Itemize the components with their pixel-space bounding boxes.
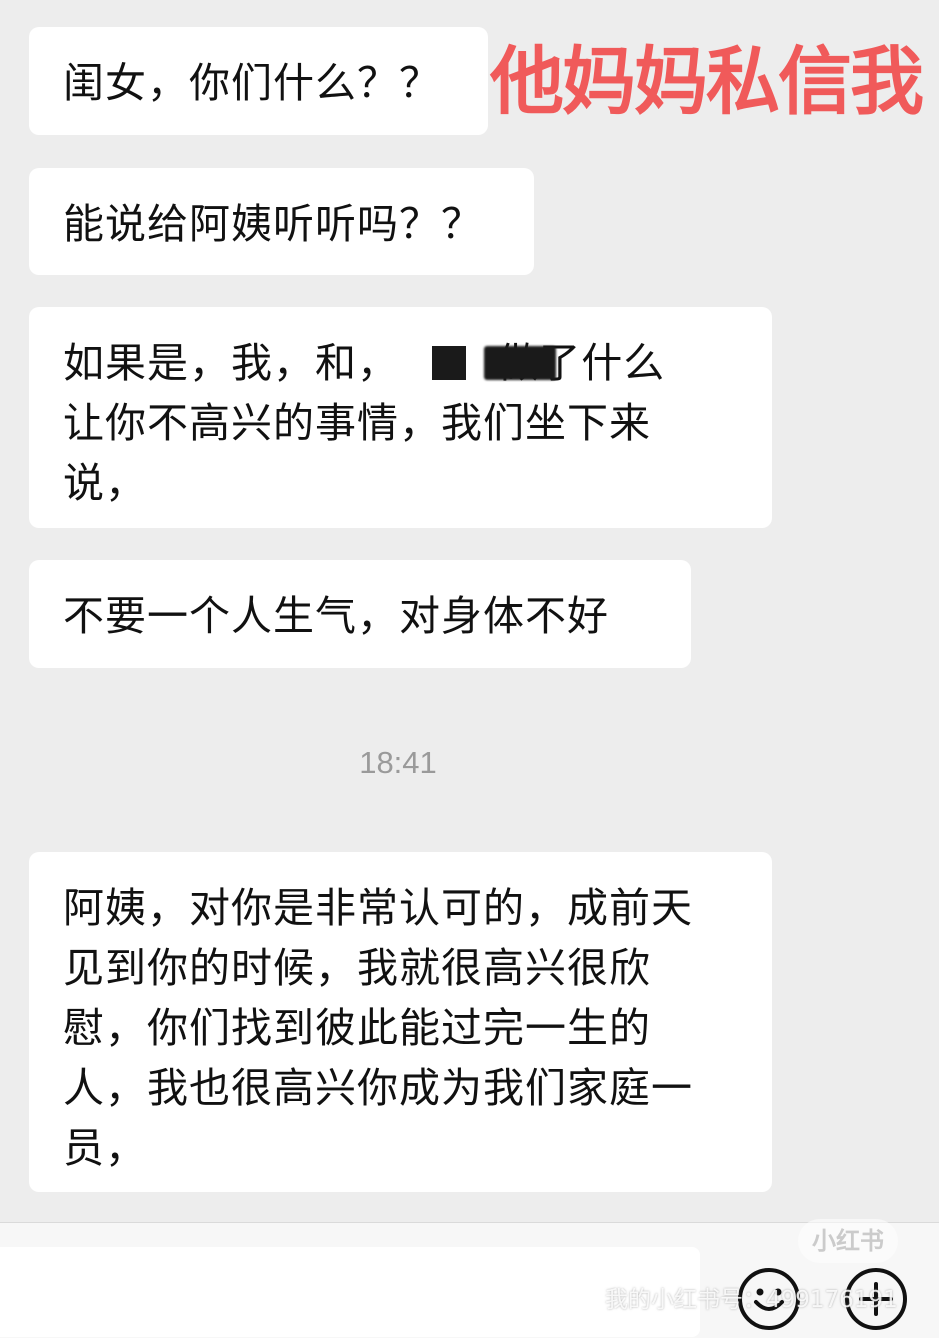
message-bubble[interactable]: 不要一个人生气，对身体不好 <box>29 560 691 668</box>
message-timestamp: 18:41 <box>359 745 437 780</box>
message-input[interactable] <box>0 1247 700 1337</box>
chat-area: 闺女，你们什么？？ 能说给阿姨听听吗？？ 如果是，我，和， 做了什么 让你不高兴… <box>0 0 939 1222</box>
overlay-caption: 他妈妈私信我 <box>490 39 924 125</box>
redaction-mark <box>432 346 466 380</box>
redaction-mark <box>484 346 556 380</box>
watermark-account-id: 我的小红书号：499176191 <box>605 1287 898 1313</box>
message-bubble[interactable]: 能说给阿姨听听吗？？ <box>29 168 534 275</box>
message-bubble[interactable]: 如果是，我，和， 做了什么 让你不高兴的事情，我们坐下来 说， <box>29 307 772 528</box>
message-bubble[interactable]: 闺女，你们什么？？ <box>29 27 488 135</box>
message-bubble[interactable]: 阿姨，对你是非常认可的，成前天 见到你的时候，我就很高兴很欣 慰，你们找到彼此能… <box>29 852 772 1192</box>
watermark-logo: 小红书 <box>798 1219 898 1263</box>
